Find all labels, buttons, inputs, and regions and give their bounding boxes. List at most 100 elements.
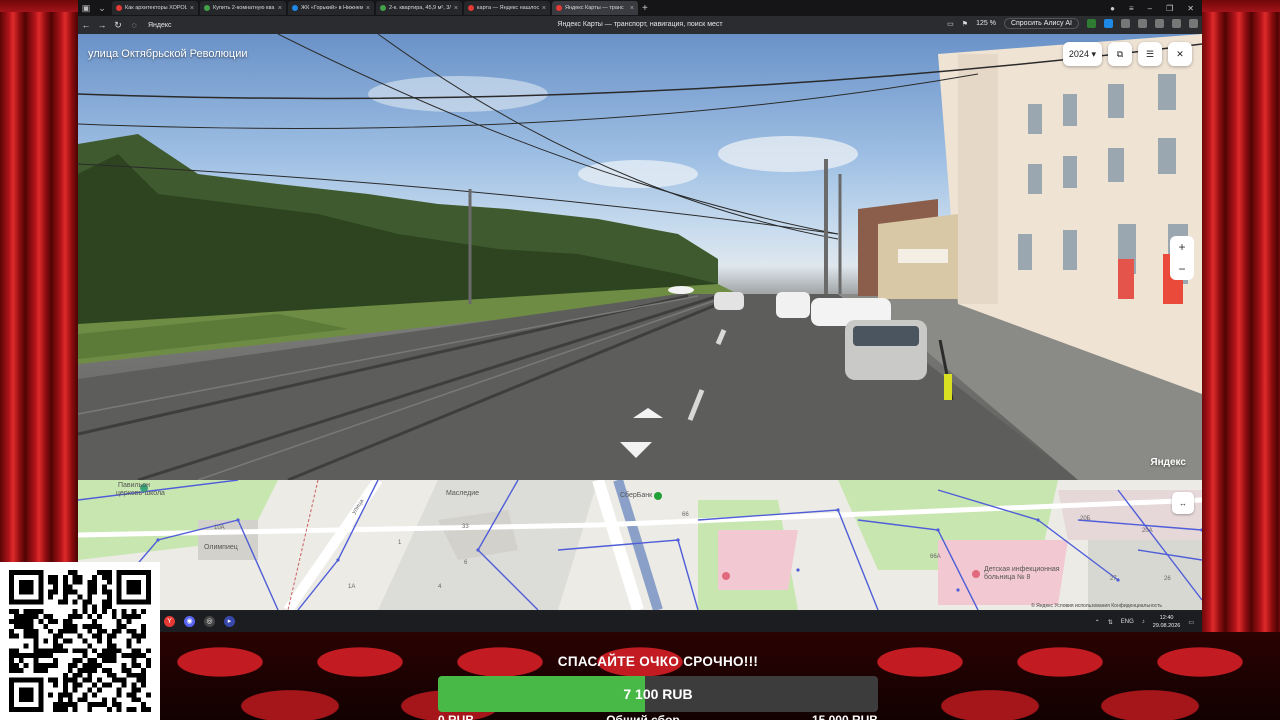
tab-favicon-icon	[380, 5, 386, 11]
zoom-control: + −	[1170, 236, 1194, 280]
map-label-school[interactable]: церковь-школа	[116, 490, 165, 497]
new-tab-icon[interactable]: +	[642, 3, 648, 14]
year-selector[interactable]: 2024 ▾	[1062, 42, 1102, 66]
map-copyright[interactable]: © Яндекс Условия использования Конфиденц…	[1031, 603, 1162, 609]
map-label-building: 33	[462, 524, 469, 530]
tab-2[interactable]: ЖК «Горький» в Нижнем ×	[288, 1, 374, 15]
shield-extension-icon[interactable]	[1087, 19, 1096, 28]
chevron-down-icon: ▾	[1091, 48, 1096, 59]
clock[interactable]: 12:40 29.08.2026	[1153, 614, 1181, 630]
notifications-icon[interactable]: ▭	[1188, 619, 1194, 626]
zoom-out-button[interactable]: −	[1178, 262, 1185, 276]
map-label-pavilion[interactable]: Павильон	[118, 482, 150, 489]
tab-5-active[interactable]: Яндекс Карты — транс ×	[552, 1, 638, 15]
external-link-icon: ⧉	[1116, 48, 1124, 59]
window-controls: ● ≡ – ❐ ✕	[1110, 0, 1194, 16]
menu-icon[interactable]: ≡	[1129, 4, 1134, 13]
extension-icon[interactable]	[1155, 19, 1164, 28]
donation-goal-title: СПАСАЙТЕ ОЧКО СРОЧНО!!!	[557, 654, 759, 669]
close-window-icon[interactable]: ✕	[1187, 4, 1194, 13]
tab-1[interactable]: Купить 2-комнатную ква ×	[200, 1, 286, 15]
map-label-building: 20Б	[1080, 516, 1091, 522]
map-expand-button[interactable]: ↔	[1172, 492, 1194, 514]
browser-menu-icon[interactable]: ▣	[78, 1, 94, 15]
street-panorama[interactable]: улица Октябрьской Революции 2024 ▾ ⧉ ☰ ✕…	[78, 34, 1202, 480]
close-tab-icon[interactable]: ×	[366, 5, 370, 12]
extension-icon[interactable]	[1121, 19, 1130, 28]
map-label-masledie[interactable]: Маследие	[446, 490, 479, 497]
tab-0[interactable]: Как архитекторы ХОРОШ ×	[112, 1, 198, 15]
minimize-icon[interactable]: –	[1148, 4, 1152, 13]
map-label-building: 10А	[214, 525, 225, 531]
close-tab-icon[interactable]: ×	[454, 5, 458, 12]
panorama-forward-arrow-icon[interactable]	[633, 408, 663, 418]
close-tab-icon[interactable]: ×	[278, 5, 282, 12]
input-language[interactable]: ENG	[1121, 619, 1134, 625]
donation-goal-label: Общий сбор	[606, 713, 680, 720]
panorama-menu-button[interactable]: ☰	[1138, 42, 1162, 66]
open-external-button[interactable]: ⧉	[1108, 42, 1132, 66]
year-value: 2024	[1068, 49, 1089, 59]
reader-icon[interactable]: ▭	[947, 20, 954, 28]
browser-window: ▣ ⌄ Как архитекторы ХОРОШ × Купить 2-комн…	[78, 0, 1202, 632]
tab-4[interactable]: карта — Яндекс нашлось ×	[464, 1, 550, 15]
tab-3[interactable]: 2-к. квартира, 45,9 м², 3/×	[376, 1, 462, 15]
close-tab-icon[interactable]: ×	[190, 5, 194, 12]
map-label-hospital[interactable]: Детская инфекционная больница № 8	[984, 566, 1064, 582]
tray-arrow-icon[interactable]: ⌃	[1095, 619, 1100, 626]
close-tab-icon[interactable]: ×	[630, 5, 634, 12]
stream-overlay: ▣ ⌄ Как архитекторы ХОРОШ × Купить 2-комн…	[0, 0, 1280, 720]
yandex-browser-icon[interactable]: Y	[164, 616, 175, 627]
download-icon[interactable]	[1189, 19, 1198, 28]
map-label-building: 1А	[348, 584, 356, 590]
map-label-sberbank[interactable]: СберБанк	[620, 492, 652, 499]
donation-goal-footer: 0 RUB Общий сбор 15 000 RUB	[438, 712, 878, 720]
tab-favicon-icon	[292, 5, 298, 11]
panorama-controls: 2024 ▾ ⧉ ☰ ✕	[1062, 42, 1192, 66]
yandex-watermark: Яндекс	[1150, 457, 1186, 468]
map-label-olimpiets[interactable]: Олимпиец	[204, 544, 238, 551]
maximize-icon[interactable]: ❐	[1166, 4, 1173, 13]
map-label-building: 66А	[930, 554, 941, 560]
tab-bar: ▣ ⌄ Как архитекторы ХОРОШ × Купить 2-комн…	[78, 0, 1202, 16]
close-icon: ✕	[1176, 48, 1184, 59]
clock-time: 12:40	[1159, 615, 1174, 621]
close-panorama-button[interactable]: ✕	[1168, 42, 1192, 66]
donation-amount: 7 100 RUB	[623, 686, 693, 702]
expand-arrows-icon: ↔	[1179, 498, 1187, 508]
tab-favicon-icon	[204, 5, 210, 11]
map-label-building: 27	[1110, 576, 1117, 582]
ask-alice-button[interactable]: Спросить Алису AI	[1003, 18, 1079, 29]
discord-icon[interactable]: ◉	[184, 616, 195, 627]
extension-icon[interactable]	[1172, 19, 1181, 28]
address-bar-tools: ▭ ⚑ 125 % Спросить Алису AI	[947, 18, 1198, 29]
extension-icon[interactable]	[1138, 19, 1147, 28]
panorama-back-arrow-icon[interactable]	[620, 442, 652, 458]
donation-progress-bar: 7 100 RUB	[438, 676, 878, 712]
network-icon[interactable]: ⇅	[1108, 619, 1113, 626]
map-label-building: 6	[464, 560, 468, 566]
donation-goal-max: 15 000 RUB	[811, 713, 878, 720]
extension-icon[interactable]	[1104, 19, 1113, 28]
panorama-far-arrow-icon[interactable]	[668, 286, 694, 294]
app-icon[interactable]: ▸	[224, 616, 235, 627]
bookmark-icon[interactable]: ⚑	[962, 20, 968, 28]
map-label-building: 1	[398, 540, 402, 546]
zoom-level[interactable]: 125 %	[976, 20, 996, 27]
menu-icon: ☰	[1145, 48, 1155, 59]
profile-icon[interactable]: ●	[1110, 4, 1115, 13]
obs-icon[interactable]: ◎	[204, 616, 215, 627]
zoom-in-button[interactable]: +	[1178, 240, 1185, 254]
tab-favicon-icon	[468, 5, 474, 11]
speaker-icon[interactable]: ♪	[1142, 619, 1145, 625]
curtain-right	[1200, 0, 1280, 720]
tab-favicon-icon	[556, 5, 562, 11]
address-bar: ← → ↻ ◌ Яндекс Яндекс Карты — транспорт,…	[78, 16, 1202, 34]
map-label-building: 26	[1164, 576, 1171, 582]
map-canvas	[78, 480, 1202, 610]
mini-map[interactable]: Павильон церковь-школа Олимпиец Маследие…	[78, 480, 1202, 610]
tab-favicon-icon	[116, 5, 122, 11]
close-tab-icon[interactable]: ×	[542, 5, 546, 12]
tabs-dropdown-icon[interactable]: ⌄	[94, 1, 110, 15]
map-label-building: 66	[682, 512, 689, 518]
